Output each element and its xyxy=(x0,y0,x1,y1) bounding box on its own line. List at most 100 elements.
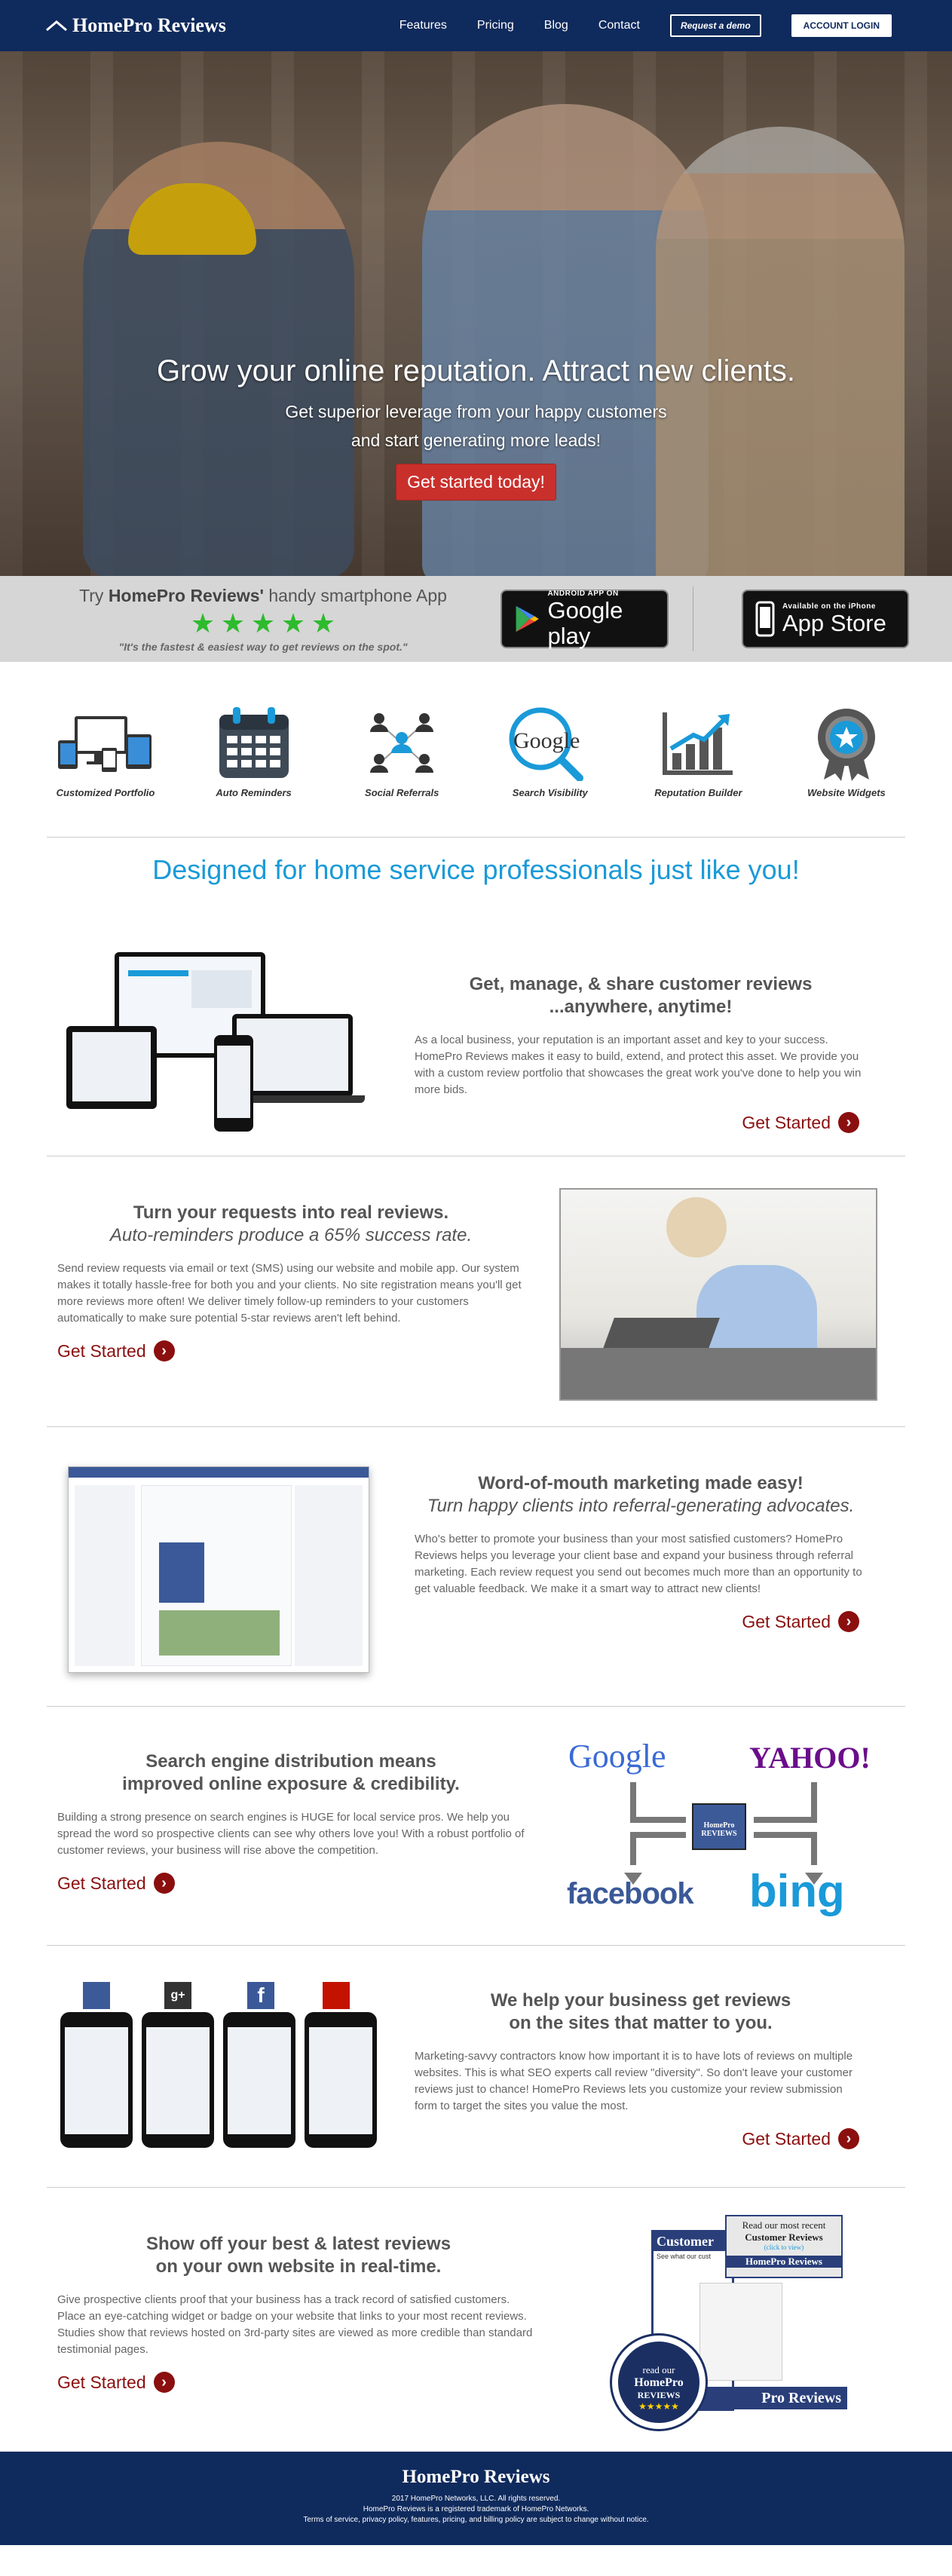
footer-logo[interactable]: HomePro Reviews xyxy=(0,2467,952,2488)
app-quote: "It's the fastest & easiest way to get r… xyxy=(118,640,408,653)
feature-auto-reminders[interactable]: Auto Reminders xyxy=(201,706,307,837)
feature-label: Website Widgets xyxy=(807,787,886,798)
section-word-of-mouth: Word-of-mouth marketing made easy! Turn h… xyxy=(0,1427,952,1706)
hero-subtitle-1: Get superior leverage from your happy cu… xyxy=(285,402,667,421)
nav-contact[interactable]: Contact xyxy=(598,19,640,32)
google-play-small: ANDROID APP ON xyxy=(547,589,619,598)
section-2-body: Send review requests via email or text (… xyxy=(57,1262,522,1325)
homepro-badge[interactable]: read our HomePro REVIEWS ★★★★★ xyxy=(612,2336,706,2429)
arrow-right-icon: › xyxy=(838,2128,859,2149)
section-3-get-started[interactable]: Get Started › xyxy=(415,1611,859,1632)
feature-label: Search Visibility xyxy=(512,787,588,798)
arrow-right-icon: › xyxy=(838,1112,859,1133)
google-play-button[interactable]: ANDROID APP ON Google play xyxy=(500,590,669,648)
widget-side-sub: See what our cust xyxy=(657,2253,712,2260)
feature-website-widgets[interactable]: Website Widgets xyxy=(794,706,899,837)
nav-blog[interactable]: Blog xyxy=(544,19,568,32)
devices-icon xyxy=(58,716,152,772)
woman-laptop-photo xyxy=(559,1188,877,1401)
section-6-title2: on your own website in real-time. xyxy=(155,2256,442,2277)
widget-side-title: Customer xyxy=(654,2232,732,2251)
five-star-rating: ★ ★ ★ ★ ★ xyxy=(63,607,463,639)
hero-banner: Grow your online reputation. Attract new… xyxy=(0,51,952,576)
get-started-today-button[interactable]: Get started today! xyxy=(396,464,556,501)
app-store-big: App Store xyxy=(782,609,886,636)
footer-trademark: HomePro Reviews is a registered trademar… xyxy=(363,2505,589,2513)
widget-click[interactable]: (click to view) xyxy=(727,2244,841,2251)
feature-label: Auto Reminders xyxy=(216,787,292,798)
feature-customized-portfolio[interactable]: Customized Portfolio xyxy=(53,706,158,837)
google-search-icon: Google xyxy=(509,707,583,781)
section-1-title: Get, manage, & share customer reviews xyxy=(469,974,813,994)
star-icon: ★ xyxy=(190,607,216,639)
footer: HomePro Reviews 2017 HomePro Networks, L… xyxy=(0,2452,952,2545)
nav-pricing[interactable]: Pricing xyxy=(477,19,514,32)
widget-head-1: Read our most recent xyxy=(742,2219,826,2231)
section-6-get-started[interactable]: Get Started › xyxy=(57,2372,540,2393)
facebook-screenshot xyxy=(68,1466,369,1673)
footer-terms[interactable]: Terms of service, privacy policy, featur… xyxy=(0,2515,952,2525)
svg-text:Google: Google xyxy=(513,728,580,753)
section-3-title2: Turn happy clients into referral-generat… xyxy=(427,1496,855,1516)
section-6-title: Show off your best & latest reviews xyxy=(145,2234,452,2254)
arrow-right-icon: › xyxy=(838,1611,859,1632)
section-1-title2: ...anywhere, anytime! xyxy=(549,997,733,1017)
section-3-title: Word-of-mouth marketing made easy! xyxy=(478,1473,804,1493)
section-5-title2: on the sites that matter to you. xyxy=(509,2013,773,2033)
footer-copyright: 2017 HomePro Networks, LLC. All rights r… xyxy=(391,2495,561,2503)
widget-illustration: Customer See what our cust Read our most… xyxy=(609,2215,850,2434)
star-icon: ★ xyxy=(220,607,246,639)
account-login-button[interactable]: ACCOUNT LOGIN xyxy=(791,14,892,37)
widget-brand: HomePro Reviews xyxy=(727,2256,841,2268)
section-share-reviews: Get, manage, & share customer reviews...… xyxy=(0,952,952,1154)
growth-chart-icon xyxy=(663,712,733,775)
app-store-button[interactable]: Available on the iPhone App Store xyxy=(742,590,909,648)
house-roof-icon xyxy=(46,20,67,32)
feature-reputation-builder[interactable]: Reputation Builder xyxy=(645,706,751,837)
section-5-title: We help your business get reviews xyxy=(490,1990,791,2011)
section-search-engines: Search engine distribution means improved… xyxy=(0,1707,952,1945)
section-5-body: Marketing-savvy contractors know how imp… xyxy=(415,2050,853,2112)
section-1-body: As a local business, your reputation is … xyxy=(415,1034,862,1096)
section-4-title: Search engine distribution means xyxy=(145,1751,436,1772)
hero-title: Grow your online reputation. Attract new… xyxy=(156,354,796,387)
request-demo-button[interactable]: Request a demo xyxy=(669,14,761,37)
devices-illustration xyxy=(66,952,368,1148)
app-promo-bar: Try HomePro Reviews' handy smartphone Ap… xyxy=(0,576,952,662)
section-6-body: Give prospective clients proof that your… xyxy=(57,2293,533,2356)
logo[interactable]: HomePro Reviews xyxy=(45,14,226,37)
arrow-right-icon: › xyxy=(153,2372,175,2393)
google-play-big: Google play xyxy=(547,596,623,649)
section-auto-reminders: Turn your requests into real reviews. Aut… xyxy=(0,1156,952,1426)
section-website-widgets: Show off your best & latest reviews on yo… xyxy=(0,2188,952,2452)
homepro-center-logo: HomePro REVIEWS xyxy=(692,1803,746,1850)
star-icon: ★ xyxy=(311,607,336,639)
badge-icon xyxy=(817,709,875,781)
phones-illustration: g+ f xyxy=(60,1982,377,2155)
widget-head-2: Customer Reviews xyxy=(745,2231,823,2243)
play-triangle-icon xyxy=(516,605,539,633)
section-2-title: Turn your requests into real reviews. xyxy=(133,1202,449,1223)
top-nav: HomePro Reviews Features Pricing Blog Co… xyxy=(0,0,952,51)
logo-text: HomePro Reviews xyxy=(72,14,226,36)
section-5-get-started[interactable]: Get Started › xyxy=(415,2128,859,2149)
feature-label: Customized Portfolio xyxy=(56,787,155,798)
section-4-title2: improved online exposure & credibility. xyxy=(122,1774,460,1794)
app-store-small: Available on the iPhone xyxy=(782,602,876,611)
search-engines-diagram: Google YAHOO! facebook bing HomePro REVI… xyxy=(565,1737,882,1925)
feature-search-visibility[interactable]: Google Search Visibility xyxy=(497,706,603,837)
section-2-title2: Auto-reminders produce a 65% success rat… xyxy=(109,1225,473,1245)
hero-subtitle-2: and start generating more leads! xyxy=(350,430,602,450)
nav-features[interactable]: Features xyxy=(399,19,447,32)
feature-label: Reputation Builder xyxy=(654,787,742,798)
iphone-icon xyxy=(755,601,775,637)
calendar-icon xyxy=(219,707,289,778)
feature-social-referrals[interactable]: Social Referrals xyxy=(349,706,455,837)
section-1-get-started[interactable]: Get Started › xyxy=(415,1112,859,1133)
section-2-get-started[interactable]: Get Started › xyxy=(57,1340,525,1362)
section-3-body: Who's better to promote your business th… xyxy=(415,1533,862,1595)
section-review-sites: g+ f We help your business get reviews on… xyxy=(0,1946,952,2187)
arrow-right-icon: › xyxy=(153,1873,175,1894)
feature-label: Social Referrals xyxy=(365,787,439,798)
section-4-get-started[interactable]: Get Started › xyxy=(57,1873,525,1894)
